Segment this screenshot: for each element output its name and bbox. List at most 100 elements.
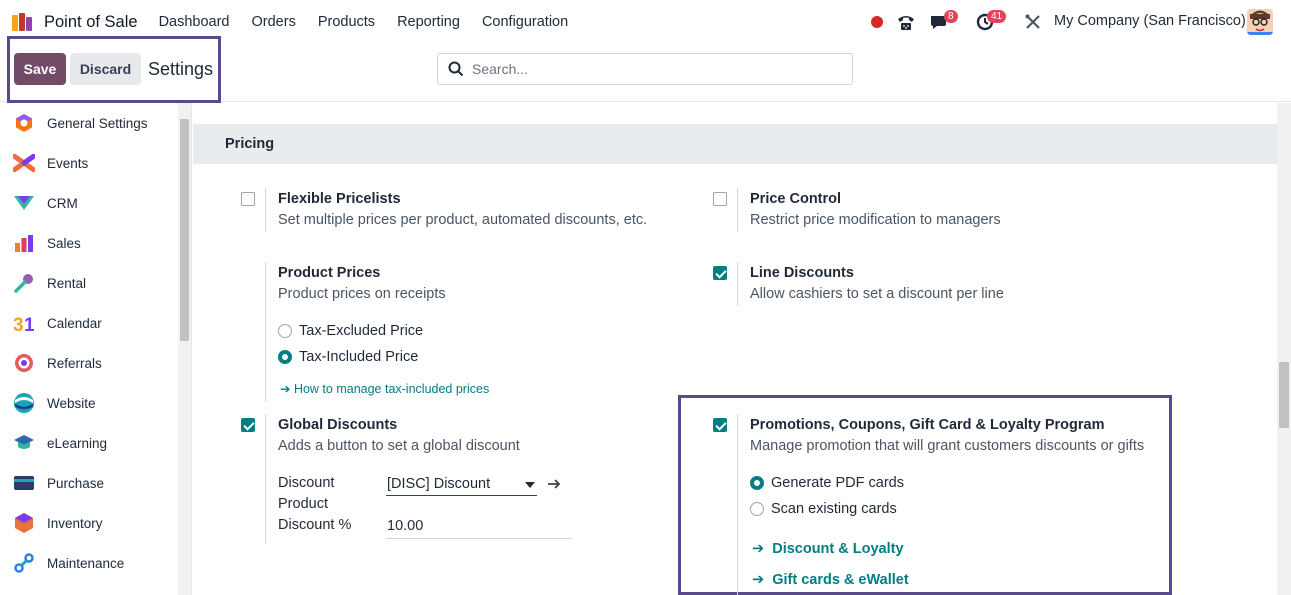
sidebar-item-label: Inventory xyxy=(47,515,103,531)
gift-cards-ewallet-link[interactable]: ➔ Gift cards & eWallet xyxy=(752,572,909,588)
flexible-pricelists-title: Flexible Pricelists xyxy=(278,191,401,207)
activities-badge: 41 xyxy=(987,10,1007,23)
sidebar-item-label: CRM xyxy=(47,195,78,211)
discount-loyalty-link[interactable]: ➔ Discount & Loyalty xyxy=(752,541,904,557)
line-discounts-title: Line Discounts xyxy=(750,265,854,281)
gift-cards-ewallet-link-text[interactable]: Gift cards & eWallet xyxy=(772,572,908,588)
sidebar-divider xyxy=(191,103,192,595)
setting-divider xyxy=(737,188,738,232)
discount-pct-input[interactable]: 10.00 xyxy=(387,518,423,534)
global-discounts-checkbox[interactable] xyxy=(241,418,255,432)
sidebar-item-label: Maintenance xyxy=(47,555,125,571)
sidebar-item-label: Sales xyxy=(47,235,81,251)
tax-included-help-link[interactable]: ➔ How to manage tax-included prices xyxy=(280,381,489,396)
tax-excluded-radio[interactable] xyxy=(278,324,292,338)
sidebar-item-purchase[interactable]: Purchase xyxy=(12,471,104,495)
app-title[interactable]: Point of Sale xyxy=(44,13,138,32)
pos-app-icon xyxy=(12,13,36,31)
internal-link-arrow-icon[interactable] xyxy=(547,478,561,490)
sidebar-item-maintenance[interactable]: Maintenance xyxy=(12,551,124,575)
sidebar-item-label: General Settings xyxy=(47,115,148,131)
line-discounts-desc: Allow cashiers to set a discount per lin… xyxy=(750,286,1004,302)
flexible-pricelists-checkbox[interactable] xyxy=(241,192,255,206)
sidebar-item-label: Purchase xyxy=(47,475,105,491)
menu-reporting[interactable]: Reporting xyxy=(397,14,460,30)
tax-excluded-label[interactable]: Tax-Excluded Price xyxy=(299,323,423,339)
sidebar-item-rental[interactable]: Rental xyxy=(12,271,86,295)
main-scrollbar[interactable] xyxy=(1277,103,1291,595)
sidebar-item-general-settings[interactable]: General Settings xyxy=(12,111,148,135)
setting-divider xyxy=(265,262,266,402)
sidebar-item-label: Events xyxy=(47,155,89,171)
line-discounts-checkbox[interactable] xyxy=(713,266,727,280)
sidebar-item-inventory[interactable]: Inventory xyxy=(12,511,103,535)
sales-icon xyxy=(12,231,36,255)
discount-product-label-line2: Product xyxy=(278,496,328,512)
sidebar-item-events[interactable]: Events xyxy=(12,151,88,175)
global-discounts-title: Global Discounts xyxy=(278,417,398,433)
search-input[interactable] xyxy=(472,61,832,77)
main-menu: Dashboard Orders Products Reporting Conf… xyxy=(159,14,591,30)
save-button[interactable]: Save xyxy=(14,53,66,85)
sidebar-item-label: eLearning xyxy=(47,435,108,451)
crm-icon xyxy=(12,191,36,215)
website-icon xyxy=(12,391,36,415)
sidebar-scrollbar-thumb[interactable] xyxy=(180,119,189,341)
menu-products[interactable]: Products xyxy=(318,14,375,30)
search-bar[interactable] xyxy=(437,53,853,85)
search-icon xyxy=(448,61,464,77)
sidebar-item-referrals[interactable]: Referrals xyxy=(12,351,102,375)
tax-included-radio[interactable] xyxy=(278,350,292,364)
elearning-icon xyxy=(12,431,36,455)
maintenance-icon xyxy=(12,551,36,575)
product-prices-desc: Product prices on receipts xyxy=(278,286,446,302)
menu-configuration[interactable]: Configuration xyxy=(482,14,568,30)
product-prices-title: Product Prices xyxy=(278,265,381,281)
debug-tools-icon[interactable] xyxy=(1022,11,1044,33)
sidebar-item-crm[interactable]: CRM xyxy=(12,191,78,215)
main-scrollbar-thumb[interactable] xyxy=(1279,362,1289,428)
discount-product-underline xyxy=(386,495,537,496)
inventory-icon xyxy=(12,511,36,535)
setting-divider xyxy=(265,188,266,232)
sidebar-item-label: Website xyxy=(47,395,96,411)
menu-dashboard[interactable]: Dashboard xyxy=(159,14,230,30)
events-icon xyxy=(12,151,36,175)
phone-icon[interactable] xyxy=(895,11,917,33)
calendar-icon: 31 xyxy=(12,311,36,335)
discard-button[interactable]: Discard xyxy=(70,53,141,85)
sidebar-item-label: Referrals xyxy=(47,355,102,371)
global-discounts-desc: Adds a button to set a global discount xyxy=(278,438,520,454)
app-brand[interactable]: Point of Sale xyxy=(12,13,138,32)
sidebar-item-calendar[interactable]: 31 Calendar xyxy=(12,311,102,335)
sidebar-item-sales[interactable]: Sales xyxy=(12,231,81,255)
tax-included-help-link-text[interactable]: How to manage tax-included prices xyxy=(294,382,489,396)
discount-product-label-line1: Discount xyxy=(278,475,335,491)
recording-indicator-icon[interactable] xyxy=(871,16,883,28)
setting-divider xyxy=(265,414,266,544)
menu-orders[interactable]: Orders xyxy=(252,14,296,30)
scan-existing-cards-radio[interactable] xyxy=(750,502,764,516)
setting-divider xyxy=(737,414,738,595)
discount-product-select[interactable]: [DISC] Discount xyxy=(387,476,490,492)
chevron-down-icon[interactable] xyxy=(525,482,535,488)
company-switcher[interactable]: My Company (San Francisco) xyxy=(1054,13,1246,29)
settings-sidebar: General Settings Events CRM Sales Rental… xyxy=(0,103,178,595)
section-title: Pricing xyxy=(225,136,275,152)
promotions-checkbox[interactable] xyxy=(713,418,727,432)
user-avatar[interactable] xyxy=(1247,9,1273,35)
generate-pdf-cards-radio[interactable] xyxy=(750,476,764,490)
referrals-icon xyxy=(12,351,36,375)
flexible-pricelists-desc: Set multiple prices per product, automat… xyxy=(278,212,648,228)
sidebar-item-label: Calendar xyxy=(47,315,102,331)
discount-pct-label: Discount % xyxy=(278,517,352,533)
scan-existing-cards-label[interactable]: Scan existing cards xyxy=(771,501,897,517)
sidebar-item-elearning[interactable]: eLearning xyxy=(12,431,107,455)
generate-pdf-cards-label[interactable]: Generate PDF cards xyxy=(771,475,904,491)
sidebar-item-website[interactable]: Website xyxy=(12,391,96,415)
rental-icon xyxy=(12,271,36,295)
discount-loyalty-link-text[interactable]: Discount & Loyalty xyxy=(772,541,903,557)
tax-included-label[interactable]: Tax-Included Price xyxy=(299,349,418,365)
messages-badge: 8 xyxy=(944,10,958,23)
price-control-checkbox[interactable] xyxy=(713,192,727,206)
